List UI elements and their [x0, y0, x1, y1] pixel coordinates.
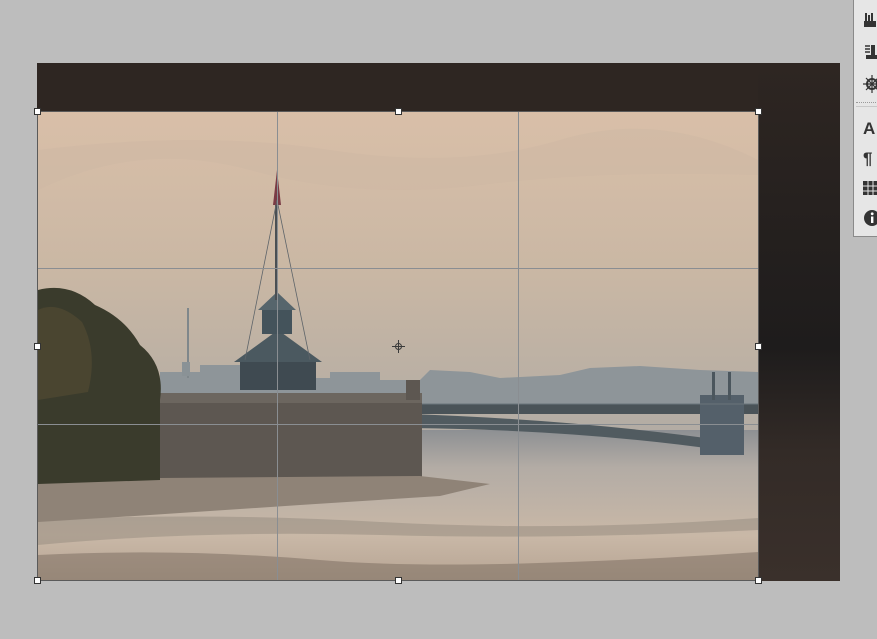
- crop-handle-middle-right[interactable]: [755, 343, 762, 350]
- panel-separator: [856, 102, 877, 107]
- crop-handle-bottom-right[interactable]: [755, 577, 762, 584]
- crop-handle-bottom-left[interactable]: [34, 577, 41, 584]
- photo-right-shaded: [758, 63, 840, 581]
- crop-handle-top-right[interactable]: [755, 108, 762, 115]
- info-panel-icon[interactable]: [863, 206, 877, 230]
- crop-handle-top-left[interactable]: [34, 108, 41, 115]
- crop-handle-bottom-center[interactable]: [395, 577, 402, 584]
- crop-handle-middle-left[interactable]: [34, 343, 41, 350]
- crop-handle-top-center[interactable]: [395, 108, 402, 115]
- character-panel-icon[interactable]: A: [863, 116, 877, 140]
- 3d-navigation-icon[interactable]: [863, 72, 877, 96]
- clone-source-icon[interactable]: [863, 40, 877, 64]
- paragraph-panel-icon[interactable]: ¶: [863, 146, 877, 170]
- brush-presets-icon[interactable]: [863, 8, 877, 32]
- swatches-icon[interactable]: [863, 176, 877, 200]
- panel-dock: A ¶: [853, 0, 877, 237]
